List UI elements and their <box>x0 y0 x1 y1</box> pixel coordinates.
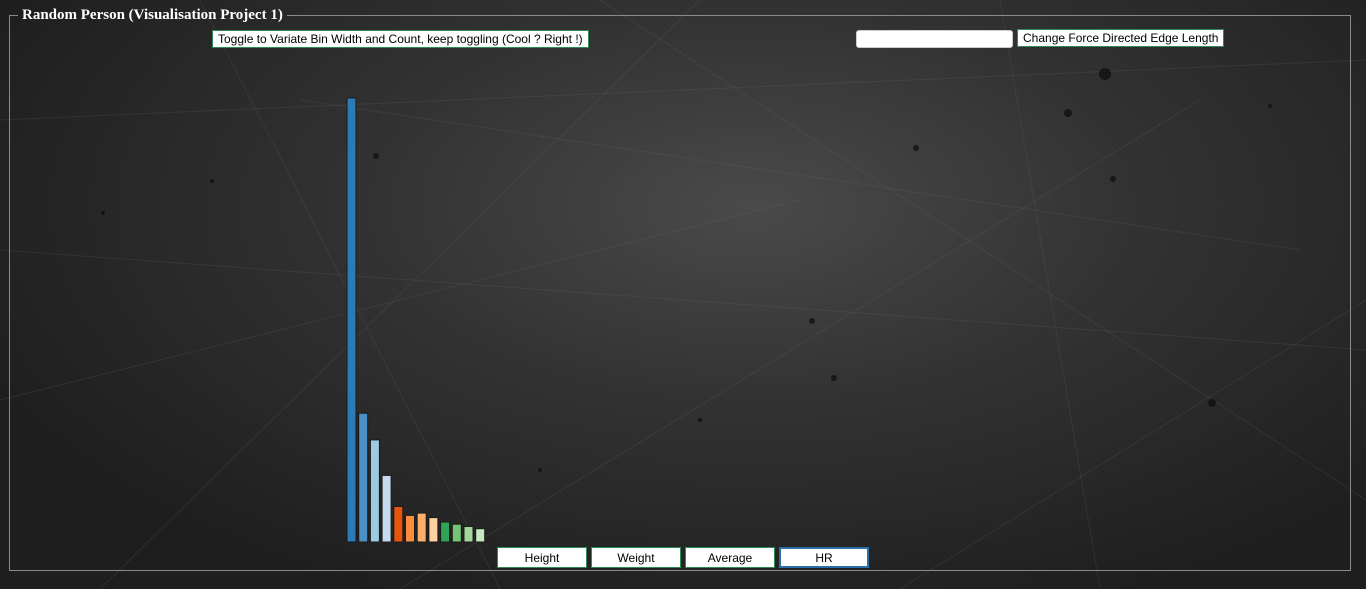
histogram-bar[interactable] <box>440 521 451 543</box>
histogram-bar[interactable] <box>381 474 392 543</box>
histogram-bar[interactable] <box>346 97 357 543</box>
tab-average[interactable]: Average <box>685 547 775 568</box>
tab-height[interactable]: Height <box>497 547 587 568</box>
tab-hr[interactable]: HR <box>779 547 869 568</box>
histogram-chart <box>346 97 486 543</box>
histogram-bar[interactable] <box>416 512 427 543</box>
histogram-bar[interactable] <box>428 517 439 543</box>
histogram-bar[interactable] <box>475 528 486 543</box>
histogram-bar[interactable] <box>451 523 462 543</box>
histogram-bar[interactable] <box>358 412 369 543</box>
histogram-bar[interactable] <box>463 526 474 543</box>
histogram-bar[interactable] <box>405 514 415 543</box>
histogram-bar[interactable] <box>369 439 380 543</box>
histogram-bar[interactable] <box>393 506 404 543</box>
tab-weight[interactable]: Weight <box>591 547 681 568</box>
